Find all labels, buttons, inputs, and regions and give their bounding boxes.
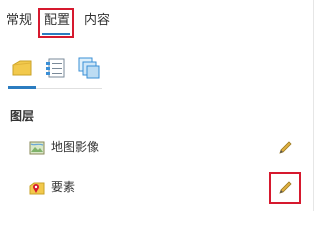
subtab-list[interactable] xyxy=(44,56,68,80)
subtab-pages[interactable] xyxy=(77,56,101,80)
list-settings-icon xyxy=(46,58,65,78)
section-title-layers: 图层 xyxy=(10,109,35,123)
layer-label: 地图影像 xyxy=(51,140,100,154)
subtab-layers[interactable] xyxy=(10,56,34,80)
map-image-layer-icon xyxy=(29,141,45,155)
pencil-edit-icon[interactable] xyxy=(276,139,294,157)
stacked-pages-icon xyxy=(78,57,100,79)
feature-layer-icon xyxy=(29,182,45,195)
active-subtab-indicator xyxy=(8,86,36,89)
active-tab-indicator xyxy=(42,33,70,35)
layer-folder-icon xyxy=(12,60,32,76)
layer-row-map-image[interactable]: 地图影像 xyxy=(0,135,313,161)
tab-content[interactable]: 内容 xyxy=(84,12,110,30)
tab-general[interactable]: 常规 xyxy=(6,12,32,30)
highlight-box-edit-button xyxy=(269,172,301,204)
layer-row-features[interactable]: 要素 xyxy=(0,175,313,201)
panel-right-border xyxy=(313,0,314,211)
layer-label: 要素 xyxy=(51,180,76,194)
